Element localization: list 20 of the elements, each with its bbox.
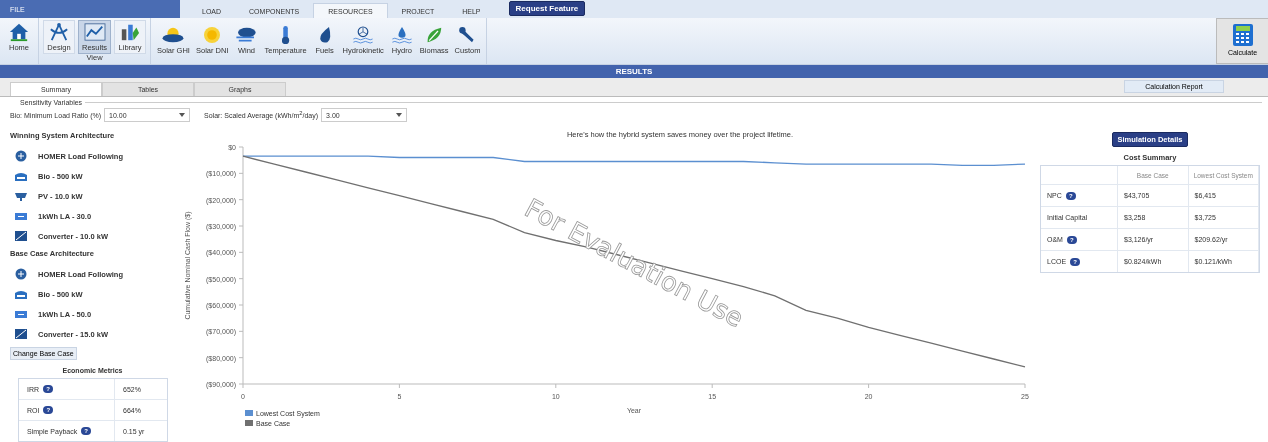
converter-icon <box>14 328 28 340</box>
turbine-waves-icon <box>351 25 376 45</box>
caret-icon <box>396 113 403 117</box>
thermometer-icon <box>281 25 290 45</box>
request-feature-button[interactable]: Request Feature <box>508 1 586 16</box>
chart-icon <box>82 22 107 42</box>
caret-icon <box>179 113 186 117</box>
dispatch-icon <box>14 150 28 162</box>
solar-panel-icon <box>14 190 28 202</box>
results-title-bar: RESULTS <box>0 65 1268 78</box>
generator-icon <box>14 170 28 182</box>
battery-icon <box>14 210 28 222</box>
sun-cloud-icon <box>161 25 186 45</box>
generator-icon <box>14 288 28 300</box>
drop-waves-icon <box>389 25 414 45</box>
battery-icon <box>14 308 28 320</box>
calculator-icon <box>1231 23 1254 47</box>
dispatch-icon <box>14 268 28 280</box>
converter-icon <box>14 230 28 242</box>
home-icon <box>7 22 31 42</box>
